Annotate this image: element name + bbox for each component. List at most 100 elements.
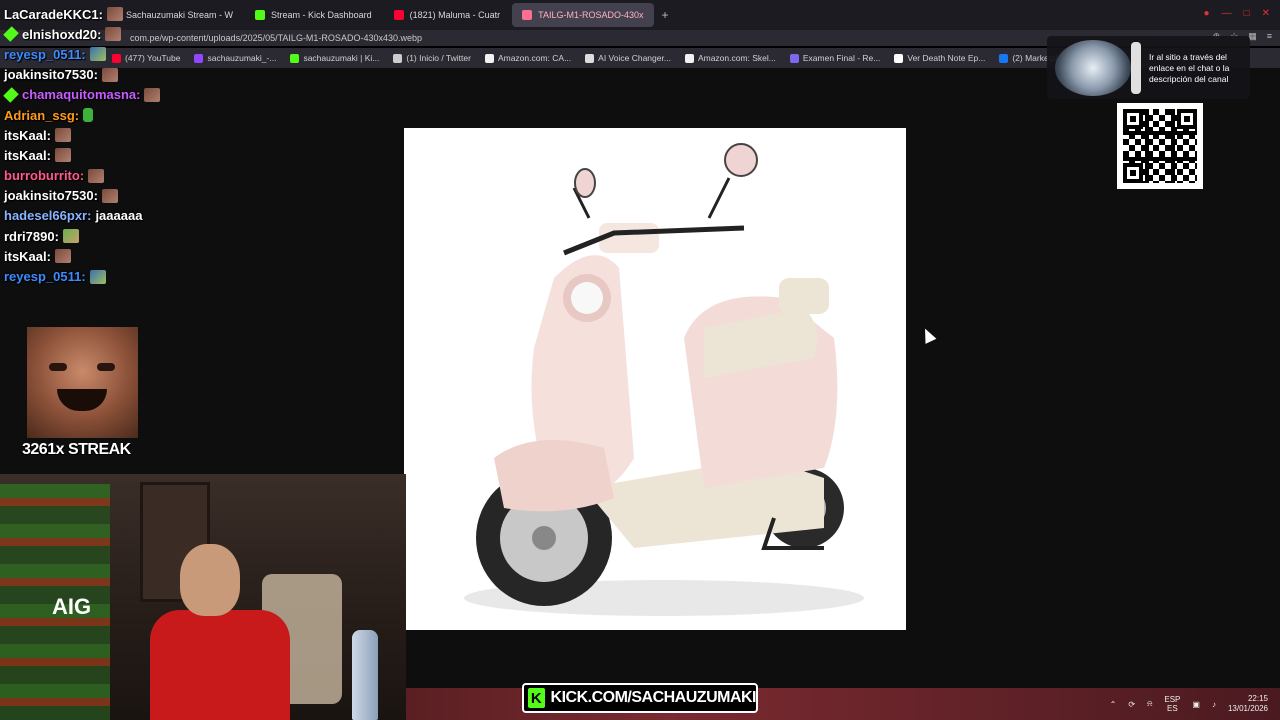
subscriber-badge-icon [3,87,19,103]
subscriber-badge-icon [3,26,19,43]
system-tray: ⌃ ⟳ ⍾ ESP ES ▣ ♪ 22:15 13/01/2026 [1110,694,1268,714]
bookmark-favicon-icon [684,53,694,63]
chat-username[interactable]: itsKaal: [4,249,51,264]
chevron-up-icon[interactable]: ⌃ [1110,700,1117,709]
chat-username[interactable]: rdri7890: [4,229,59,244]
chat-message: chamaquitomasna: [3,85,234,105]
lang-top: ESP [1164,695,1181,704]
emote-face-icon [88,168,105,183]
kick-logo-icon: K [528,688,545,708]
bookmark-label: sachauzumaki | Ki... [303,53,380,63]
stream-canvas: Sachauzumaki Stream - W Stream - Kick Das… [0,0,1280,720]
emote-face-icon [105,27,122,42]
qr-code [1117,103,1203,189]
promo-text: Ir al sitio a través del enlace en el ch… [1149,52,1230,84]
bookmark-label: AI Voice Changer... [598,53,671,63]
bookmark-favicon-icon [484,53,494,63]
qr-finder-bottom-left [1123,163,1143,183]
chat-message: reyesp_0511: [4,44,234,64]
chat-message: burroburrito: [4,166,234,186]
bookmark-5[interactable]: AI Voice Changer... [585,53,671,63]
bookmark-2[interactable]: sachauzumaki | Ki... [290,53,379,63]
emote-face-icon [54,128,71,143]
bookmark-favicon-icon [789,53,799,63]
chat-username[interactable]: hadesel66pxr: [4,208,91,223]
clock[interactable]: 22:15 13/01/2026 [1228,694,1268,714]
bookmark-7[interactable]: Examen Final - Re... [789,53,881,63]
emote-face-icon [144,87,161,102]
emote-face-icon [54,249,71,264]
browser-tab-1[interactable]: Stream - Kick Dashboard [245,3,382,27]
eye-right [97,363,115,371]
bookmark-label: (1) Inicio / Twitter [406,53,471,63]
emote-face-icon [106,7,123,22]
clock-time: 22:15 [1247,694,1268,703]
kick-channel-url: KICK.COM/SACHAUZUMAKI [550,689,757,706]
chat-username[interactable]: itsKaal: [4,128,51,143]
clock-date: 13/01/2026 [1227,704,1268,713]
chat-username[interactable]: reyesp_0511: [4,47,86,62]
menu-icon[interactable]: ≡ [1267,31,1272,42]
chat-message: itsKaal: [4,246,234,266]
restore-icon[interactable]: □ [1244,8,1250,19]
browser-tab-3[interactable]: TAILG-M1-ROSADO-430x [512,3,654,27]
close-icon[interactable]: ✕ [1262,8,1270,19]
tab-label: (1821) Maluma - Cuatr [409,10,501,20]
chat-message: itsKaal: [4,125,234,145]
volume-icon[interactable]: ♪ [1212,700,1216,709]
chat-username[interactable]: joakinsito7530: [4,67,98,82]
bookmark-favicon-icon [585,53,595,63]
microphone-icon[interactable]: ⍾ [1147,699,1152,709]
bookmark-4[interactable]: Amazon.com: CA... [484,53,572,63]
qr-finder-top-left [1123,109,1143,129]
streamer-shirt [150,610,290,720]
browser-tab-2[interactable]: (1821) Maluma - Cuatr [384,3,511,27]
streamer [150,544,290,720]
lang-bottom: ES [1167,704,1178,713]
chat-username[interactable]: LaCaradeKKC1: [4,7,103,22]
emote-green-icon [83,108,94,123]
chat-text: jaaaaaa [95,208,143,224]
streak-counter: 3261x STREAK [22,441,131,458]
water-bottle [352,630,378,720]
mouth [57,389,107,411]
window-controls: ● — □ ✕ [1204,8,1270,19]
new-tab-button[interactable]: + [656,8,675,22]
chat-username[interactable]: itsKaal: [4,148,51,163]
chat-username[interactable]: burroburrito: [4,168,84,183]
bookmark-6[interactable]: Amazon.com: Skel... [684,53,776,63]
bookmark-favicon-icon [894,53,904,63]
promo-rail [1131,42,1141,94]
bookmark-3[interactable]: (1) Inicio / Twitter [393,53,471,63]
search-icon[interactable]: ● [1204,8,1210,19]
qr-pattern [1123,109,1197,183]
chat-username[interactable]: elnishoxd20: [22,27,101,42]
streamer-head [180,544,240,616]
promo-card: Ir al sitio a través del enlace en el ch… [1047,36,1250,99]
chat-message: LaCaradeKKC1: [4,4,234,24]
tab-label: Stream - Kick Dashboard [271,10,372,20]
chat-message: hadesel66pxr: jaaaaaa [4,206,234,226]
chat-username[interactable]: chamaquitomasna: [22,87,140,102]
bookmark-8[interactable]: Ver Death Note Ep... [894,53,985,63]
bookmark-label: Ver Death Note Ep... [907,53,986,63]
chat-username[interactable]: Adrian_ssg: [4,108,79,123]
chat-message: joakinsito7530: [4,186,234,206]
bookmark-label: Examen Final - Re... [802,53,881,63]
network-icon[interactable]: ▣ [1192,700,1200,709]
eye-left [49,363,67,371]
refresh-icon[interactable]: ⟳ [1128,700,1135,709]
emote-car-icon [89,47,106,62]
tab-favicon-icon [393,10,404,20]
tab-label: TAILG-M1-ROSADO-430x [538,10,644,20]
chat-message: joakinsito7530: [4,65,234,85]
emote-face-icon [101,67,118,82]
chat-message: reyesp_0511: [4,266,234,286]
language-indicator[interactable]: ESP ES [1164,695,1180,713]
minimize-icon[interactable]: — [1222,8,1232,19]
chat-username[interactable]: reyesp_0511: [4,269,86,284]
bookmark-favicon-icon [999,53,1009,63]
chat-username[interactable]: joakinsito7530: [4,188,98,203]
kick-channel-banner: K KICK.COM/SACHAUZUMAKI [522,683,758,713]
bookmark-label: Amazon.com: CA... [497,53,572,63]
